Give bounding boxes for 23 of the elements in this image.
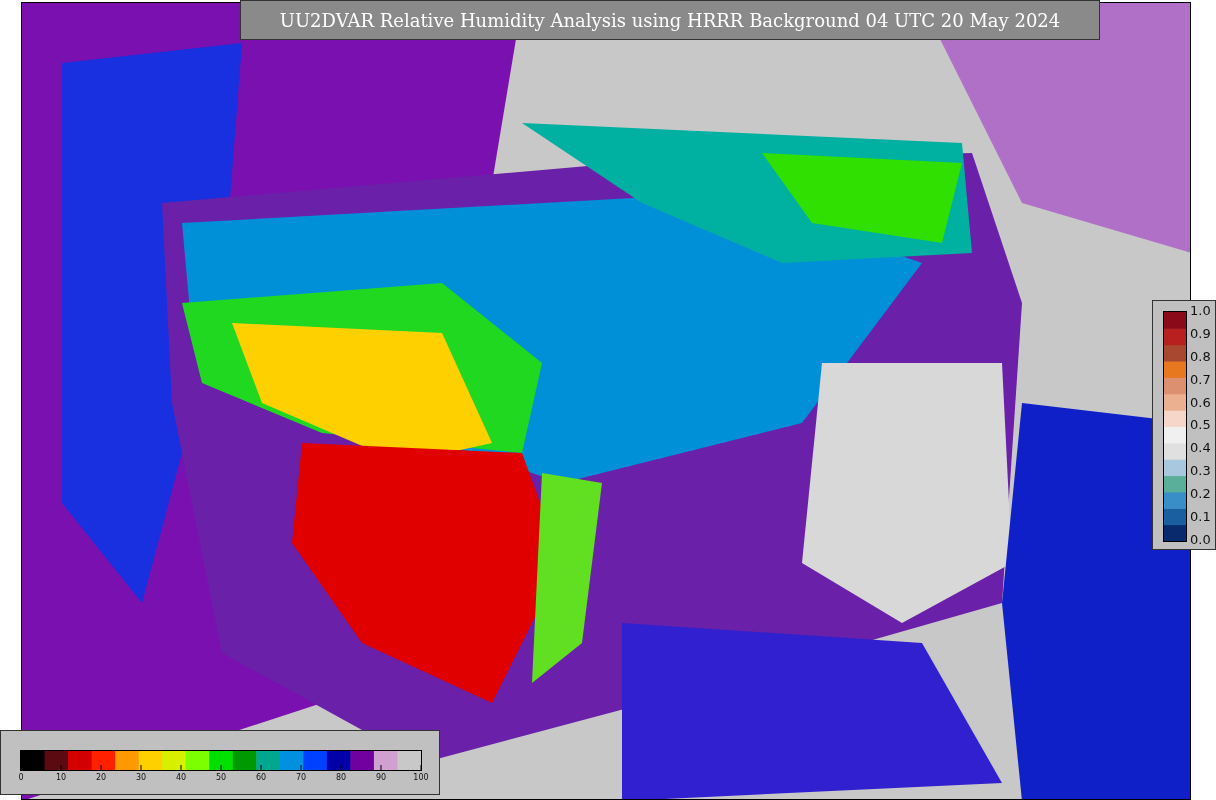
scale-tick-label: 0.5 bbox=[1190, 416, 1211, 434]
scale-tick-label: 0.9 bbox=[1190, 324, 1211, 342]
scale-tick-label: 0.7 bbox=[1190, 370, 1211, 388]
scale-tick-label: 0.2 bbox=[1190, 485, 1211, 503]
scale-tick-label: 1.0 bbox=[1190, 302, 1211, 319]
scale-tick-label: 70 bbox=[294, 773, 308, 782]
scale-tick-label: 0.4 bbox=[1190, 439, 1211, 457]
scale-tick-label: 10 bbox=[54, 773, 68, 782]
scale-tick-label: 50 bbox=[214, 773, 228, 782]
scale-tick-label: 60 bbox=[254, 773, 268, 782]
scale-tick-label: 0.8 bbox=[1190, 347, 1211, 365]
scale-tick-label: 0.6 bbox=[1190, 393, 1211, 411]
scale-tick-label: 20 bbox=[94, 773, 108, 782]
scale-tick-label: 0.0 bbox=[1190, 530, 1211, 548]
scale-tick-label: 90 bbox=[374, 773, 388, 782]
scale-tick-label: 0.3 bbox=[1190, 462, 1211, 480]
scale-tick-label: 30 bbox=[134, 773, 148, 782]
scale-tick-label: 40 bbox=[174, 773, 188, 782]
scale-tick-label: 0.1 bbox=[1190, 508, 1211, 525]
scale-tick-label: 0 bbox=[17, 773, 25, 782]
scale-tick-label: 80 bbox=[334, 773, 348, 782]
scale-tick-label: 100 bbox=[412, 773, 430, 782]
map-title: UU2DVAR Relative Humidity Analysis using HRRR Background 04 UTC 20 May 2024 bbox=[240, 0, 1100, 40]
